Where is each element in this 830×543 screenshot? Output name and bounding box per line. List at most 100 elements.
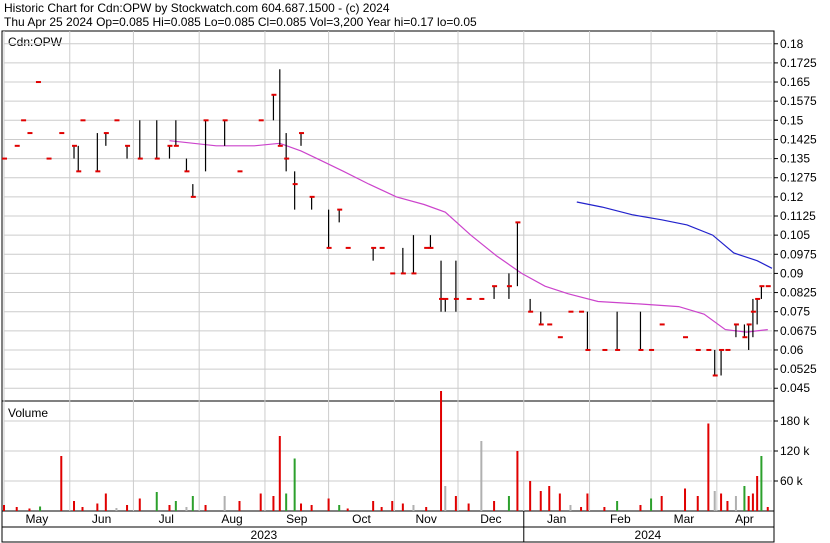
month-label: Dec — [480, 512, 501, 526]
price-tick-label: 0.15 — [780, 113, 804, 127]
price-tick-label: 0.075 — [780, 305, 810, 319]
month-label: Apr — [735, 512, 754, 526]
volume-bar — [444, 486, 447, 511]
volume-bar — [760, 456, 763, 511]
volume-bar — [39, 506, 42, 511]
price-tick-label: 0.1125 — [780, 209, 816, 223]
volume-bar — [115, 508, 118, 511]
price-tick-label: 0.1425 — [780, 132, 817, 146]
volume-bar — [372, 501, 375, 511]
volume-bar — [707, 423, 710, 511]
volume-bar — [73, 501, 76, 511]
volume-bar — [185, 507, 188, 511]
volume-bar — [569, 505, 572, 511]
volume-bar — [756, 476, 759, 511]
volume-bar — [726, 501, 729, 511]
volume-bar — [238, 501, 241, 511]
price-tick-label: 0.18 — [780, 37, 804, 51]
price-tick-label: 0.165 — [780, 75, 810, 89]
volume-bar — [272, 496, 275, 511]
volume-bar — [454, 496, 457, 511]
chart-header-line2: Thu Apr 25 2024 Op=0.085 Hi=0.085 Lo=0.0… — [4, 15, 477, 29]
volume-bar — [401, 503, 404, 511]
volume-bar — [603, 507, 606, 511]
price-tick-label: 0.0525 — [780, 362, 817, 376]
price-tick-label: 0.09 — [780, 266, 804, 280]
volume-bar — [223, 496, 226, 511]
price-tick-label: 0.045 — [780, 381, 810, 395]
volume-bar — [310, 505, 313, 511]
volume-bar — [300, 503, 303, 511]
volume-bar — [539, 491, 542, 511]
volume-bar — [126, 505, 129, 511]
volume-tick-label: 60 k — [780, 474, 804, 488]
volume-bar — [327, 498, 330, 511]
month-label: Jul — [159, 512, 174, 526]
volume-bar — [174, 501, 177, 511]
volume-bar — [168, 505, 171, 511]
volume-bar — [15, 507, 18, 511]
volume-bar — [548, 486, 551, 511]
volume-bar — [480, 441, 483, 511]
volume-bar — [751, 493, 754, 511]
month-label: Mar — [674, 512, 695, 526]
volume-bar — [293, 458, 296, 511]
volume-tick-label: 180 k — [780, 414, 810, 428]
year-label: 2023 — [251, 528, 278, 542]
volume-bar — [684, 488, 687, 511]
volume-bar — [28, 508, 31, 511]
month-axis — [1, 510, 775, 528]
volume-title: Volume — [8, 406, 48, 420]
volume-bar — [191, 496, 194, 511]
volume-bar — [278, 436, 281, 511]
volume-bar — [713, 491, 716, 511]
year-label: 2024 — [635, 528, 662, 542]
volume-bar — [586, 493, 589, 511]
volume-bar — [616, 501, 619, 511]
price-tick-label: 0.105 — [780, 228, 810, 242]
volume-bar — [425, 507, 428, 511]
volume-bar — [766, 507, 769, 511]
symbol-label: Cdn:OPW — [8, 35, 63, 49]
volume-bar — [155, 492, 158, 511]
month-label: Feb — [610, 512, 631, 526]
volume-panel — [1, 400, 775, 512]
month-label: Oct — [352, 512, 371, 526]
volume-bar — [650, 498, 653, 511]
volume-bar — [346, 508, 349, 511]
price-tick-label: 0.0825 — [780, 286, 817, 300]
volume-bar — [204, 505, 207, 511]
volume-bar — [259, 493, 262, 511]
volume-bar — [558, 493, 561, 511]
month-label: Jun — [92, 512, 111, 526]
month-label: May — [26, 512, 49, 526]
volume-bar — [639, 505, 642, 511]
price-tick-label: 0.06 — [780, 343, 804, 357]
price-axis-ticks: 0.18 0.1725 0.165 0.1575 0.15 0.1425 0.135 0.12… — [774, 37, 817, 395]
volume-tick-label: 120 k — [780, 444, 810, 458]
volume-bar — [138, 498, 141, 511]
volume-bar — [391, 501, 394, 511]
price-tick-label: 0.0675 — [780, 324, 817, 338]
price-tick-label: 0.0975 — [780, 247, 817, 261]
price-tick-label: 0.1275 — [780, 171, 817, 185]
volume-axis-ticks: 180 k 120 k 60 k — [774, 414, 810, 488]
volume-bar — [493, 501, 496, 511]
volume-bar — [285, 493, 288, 511]
volume-bar — [3, 505, 5, 511]
chart-header-line1: Historic Chart for Cdn:OPW by Stockwatch… — [4, 1, 390, 15]
volume-bar — [81, 507, 84, 511]
volume-bar — [440, 391, 443, 511]
volume-bar — [743, 486, 746, 511]
volume-bar — [467, 503, 470, 511]
price-tick-label: 0.1725 — [780, 56, 817, 70]
month-label: Nov — [416, 512, 437, 526]
volume-bar — [580, 507, 583, 511]
month-label: Jan — [547, 512, 566, 526]
volume-bar — [60, 456, 63, 511]
volume-bar — [720, 493, 723, 511]
volume-bar — [734, 496, 737, 511]
volume-bar — [516, 451, 519, 511]
volume-bar — [529, 481, 532, 511]
volume-bar — [507, 496, 510, 511]
